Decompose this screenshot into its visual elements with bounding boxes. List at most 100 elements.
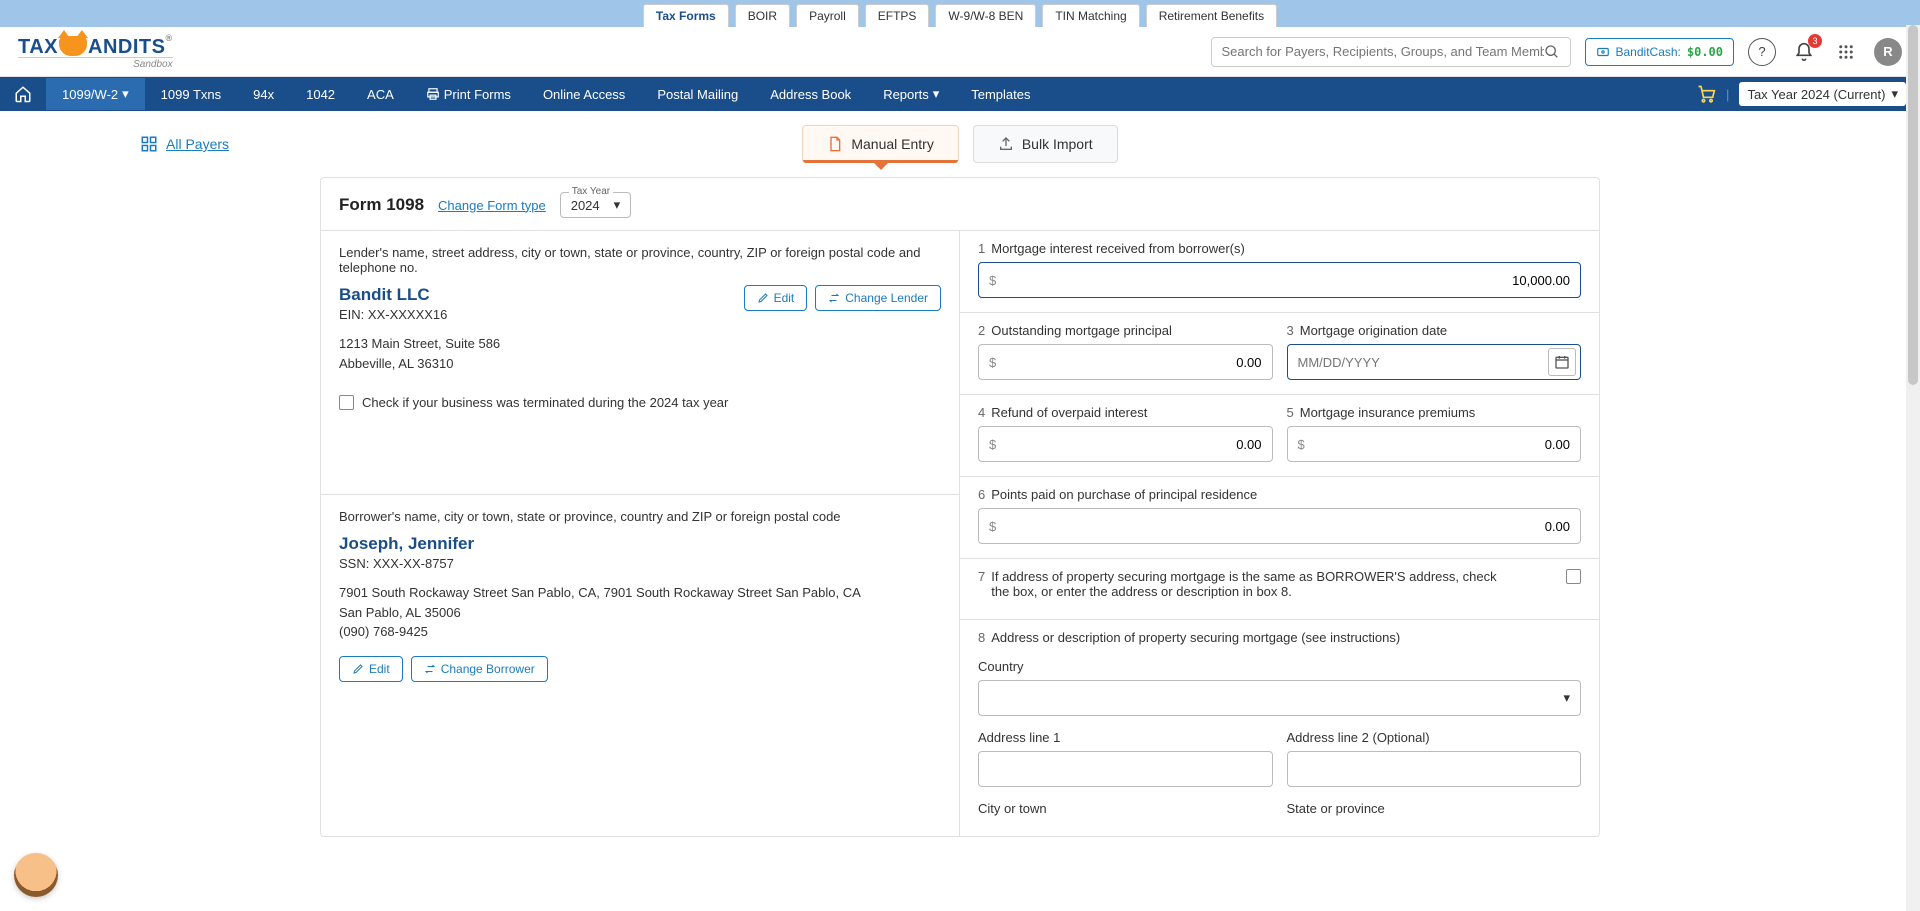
tab-manual-entry[interactable]: Manual Entry: [802, 125, 958, 163]
top-tab-retirement[interactable]: Retirement Benefits: [1146, 4, 1277, 27]
dollar-icon: $: [989, 519, 996, 534]
borrower-name: Joseph, Jennifer: [339, 534, 941, 554]
notification-badge: 3: [1808, 34, 1822, 48]
box2-label: 2Outstanding mortgage principal: [978, 323, 1273, 338]
change-form-type-link[interactable]: Change Form type: [438, 198, 546, 213]
search-box[interactable]: [1211, 37, 1571, 67]
box5-label: 5Mortgage insurance premiums: [1287, 405, 1582, 420]
logo-sandbox: Sandbox: [18, 57, 173, 70]
edit-lender-button[interactable]: Edit: [744, 285, 808, 311]
borrower-addr2: San Pablo, AL 35006: [339, 603, 941, 623]
calendar-icon: [1554, 354, 1570, 370]
tax-year-dropdown[interactable]: Tax Year 2024 ▾: [560, 192, 631, 218]
calendar-button[interactable]: [1548, 348, 1576, 376]
tab-bulk-import[interactable]: Bulk Import: [973, 125, 1118, 163]
nav-templates[interactable]: Templates: [955, 79, 1046, 110]
borrower-phone: (090) 768-9425: [339, 622, 941, 642]
chat-widget[interactable]: [14, 853, 58, 897]
print-icon: [426, 87, 440, 101]
nav-reports[interactable]: Reports▾: [867, 78, 955, 110]
box5-input[interactable]: $: [1287, 426, 1582, 462]
logo[interactable]: TAXANDITS® Sandbox: [18, 33, 173, 70]
top-tab-w9w8[interactable]: W-9/W-8 BEN: [935, 4, 1036, 27]
borrower-section-label: Borrower's name, city or town, state or …: [339, 509, 941, 524]
search-input[interactable]: [1222, 44, 1544, 59]
nav-address-book[interactable]: Address Book: [754, 79, 867, 110]
nav-online-access[interactable]: Online Access: [527, 79, 641, 110]
nav-1099-txns[interactable]: 1099 Txns: [145, 79, 237, 110]
country-select[interactable]: ▾: [978, 680, 1581, 716]
scrollbar-thumb[interactable]: [1908, 25, 1918, 385]
year-label: Tax Year: [569, 186, 613, 197]
box1-label: 1Mortgage interest received from borrowe…: [978, 241, 1581, 256]
top-tab-tax-forms[interactable]: Tax Forms: [643, 4, 729, 27]
nav-1099-w2[interactable]: 1099/W-2▾: [46, 78, 145, 110]
edit-borrower-button[interactable]: Edit: [339, 656, 403, 682]
box1-input[interactable]: $: [978, 262, 1581, 298]
lender-name: Bandit LLC: [339, 285, 500, 305]
chevron-down-icon: ▾: [933, 86, 940, 102]
header: TAXANDITS® Sandbox BanditCash: $0.00 ? 3…: [0, 27, 1920, 77]
pencil-icon: [757, 292, 769, 304]
apps-icon[interactable]: [1832, 38, 1860, 66]
borrower-ssn: SSN: XXX-XX-8757: [339, 556, 941, 571]
document-icon: [827, 136, 843, 152]
top-tabs-bar: Tax Forms BOIR Payroll EFTPS W-9/W-8 BEN…: [0, 0, 1920, 27]
nav-94x[interactable]: 94x: [237, 79, 290, 110]
borrower-addr1: 7901 South Rockaway Street San Pablo, CA…: [339, 583, 941, 603]
lender-addr1: 1213 Main Street, Suite 586: [339, 334, 500, 354]
lender-ein: EIN: XX-XXXXX16: [339, 307, 500, 322]
top-tab-boir[interactable]: BOIR: [735, 4, 790, 27]
home-icon: [14, 85, 32, 103]
top-tab-eftps[interactable]: EFTPS: [865, 4, 930, 27]
nav-1042[interactable]: 1042: [290, 79, 351, 110]
terminated-label: Check if your business was terminated du…: [362, 395, 728, 410]
all-payers-link[interactable]: All Payers: [140, 135, 229, 153]
nav-bar: 1099/W-2▾ 1099 Txns 94x 1042 ACA Print F…: [0, 77, 1920, 111]
swap-icon: [424, 663, 436, 675]
box8-label: 8Address or description of property secu…: [978, 630, 1581, 645]
change-borrower-button[interactable]: Change Borrower: [411, 656, 548, 682]
nav-postal-mailing[interactable]: Postal Mailing: [641, 79, 754, 110]
lender-addr2: Abbeville, AL 36310: [339, 354, 500, 374]
box7-checkbox[interactable]: [1566, 569, 1581, 584]
addr1-input[interactable]: [978, 751, 1273, 787]
scrollbar[interactable]: [1906, 25, 1920, 911]
box6-input[interactable]: $: [978, 508, 1581, 544]
box2-input[interactable]: $: [978, 344, 1273, 380]
change-lender-button[interactable]: Change Lender: [815, 285, 941, 311]
country-label: Country: [978, 659, 1581, 674]
chevron-down-icon: ▾: [1891, 86, 1898, 102]
nav-home[interactable]: [0, 77, 46, 111]
box3-input[interactable]: [1287, 344, 1582, 380]
help-icon[interactable]: ?: [1748, 38, 1776, 66]
fox-icon: [59, 36, 87, 56]
top-tab-payroll[interactable]: Payroll: [796, 4, 859, 27]
sub-header: All Payers Manual Entry Bulk Import: [0, 111, 1920, 177]
tax-year-select[interactable]: Tax Year 2024 (Current)▾: [1739, 82, 1906, 106]
borrower-section: Borrower's name, city or town, state or …: [321, 494, 959, 696]
search-icon[interactable]: [1544, 44, 1560, 60]
chevron-down-icon: ▾: [614, 197, 621, 213]
addr2-input[interactable]: [1287, 751, 1582, 787]
dollar-icon: $: [1298, 437, 1305, 452]
box4-input[interactable]: $: [978, 426, 1273, 462]
addr2-label: Address line 2 (Optional): [1287, 730, 1582, 745]
nav-aca[interactable]: ACA: [351, 79, 410, 110]
dollar-icon: $: [989, 273, 996, 288]
form-title: Form 1098: [339, 195, 424, 215]
cart-icon[interactable]: [1696, 84, 1716, 104]
city-label: City or town: [978, 801, 1273, 816]
notification-icon[interactable]: 3: [1790, 38, 1818, 66]
state-label: State or province: [1287, 801, 1582, 816]
chevron-down-icon: ▾: [1563, 690, 1570, 706]
terminated-checkbox[interactable]: [339, 395, 354, 410]
lender-section-label: Lender's name, street address, city or t…: [339, 245, 941, 275]
nav-print-forms[interactable]: Print Forms: [410, 79, 527, 110]
cash-icon: [1596, 45, 1610, 59]
box4-label: 4Refund of overpaid interest: [978, 405, 1273, 420]
dollar-icon: $: [989, 355, 996, 370]
top-tab-tin[interactable]: TIN Matching: [1042, 4, 1139, 27]
bandit-cash[interactable]: BanditCash: $0.00: [1585, 38, 1735, 66]
avatar[interactable]: R: [1874, 38, 1902, 66]
